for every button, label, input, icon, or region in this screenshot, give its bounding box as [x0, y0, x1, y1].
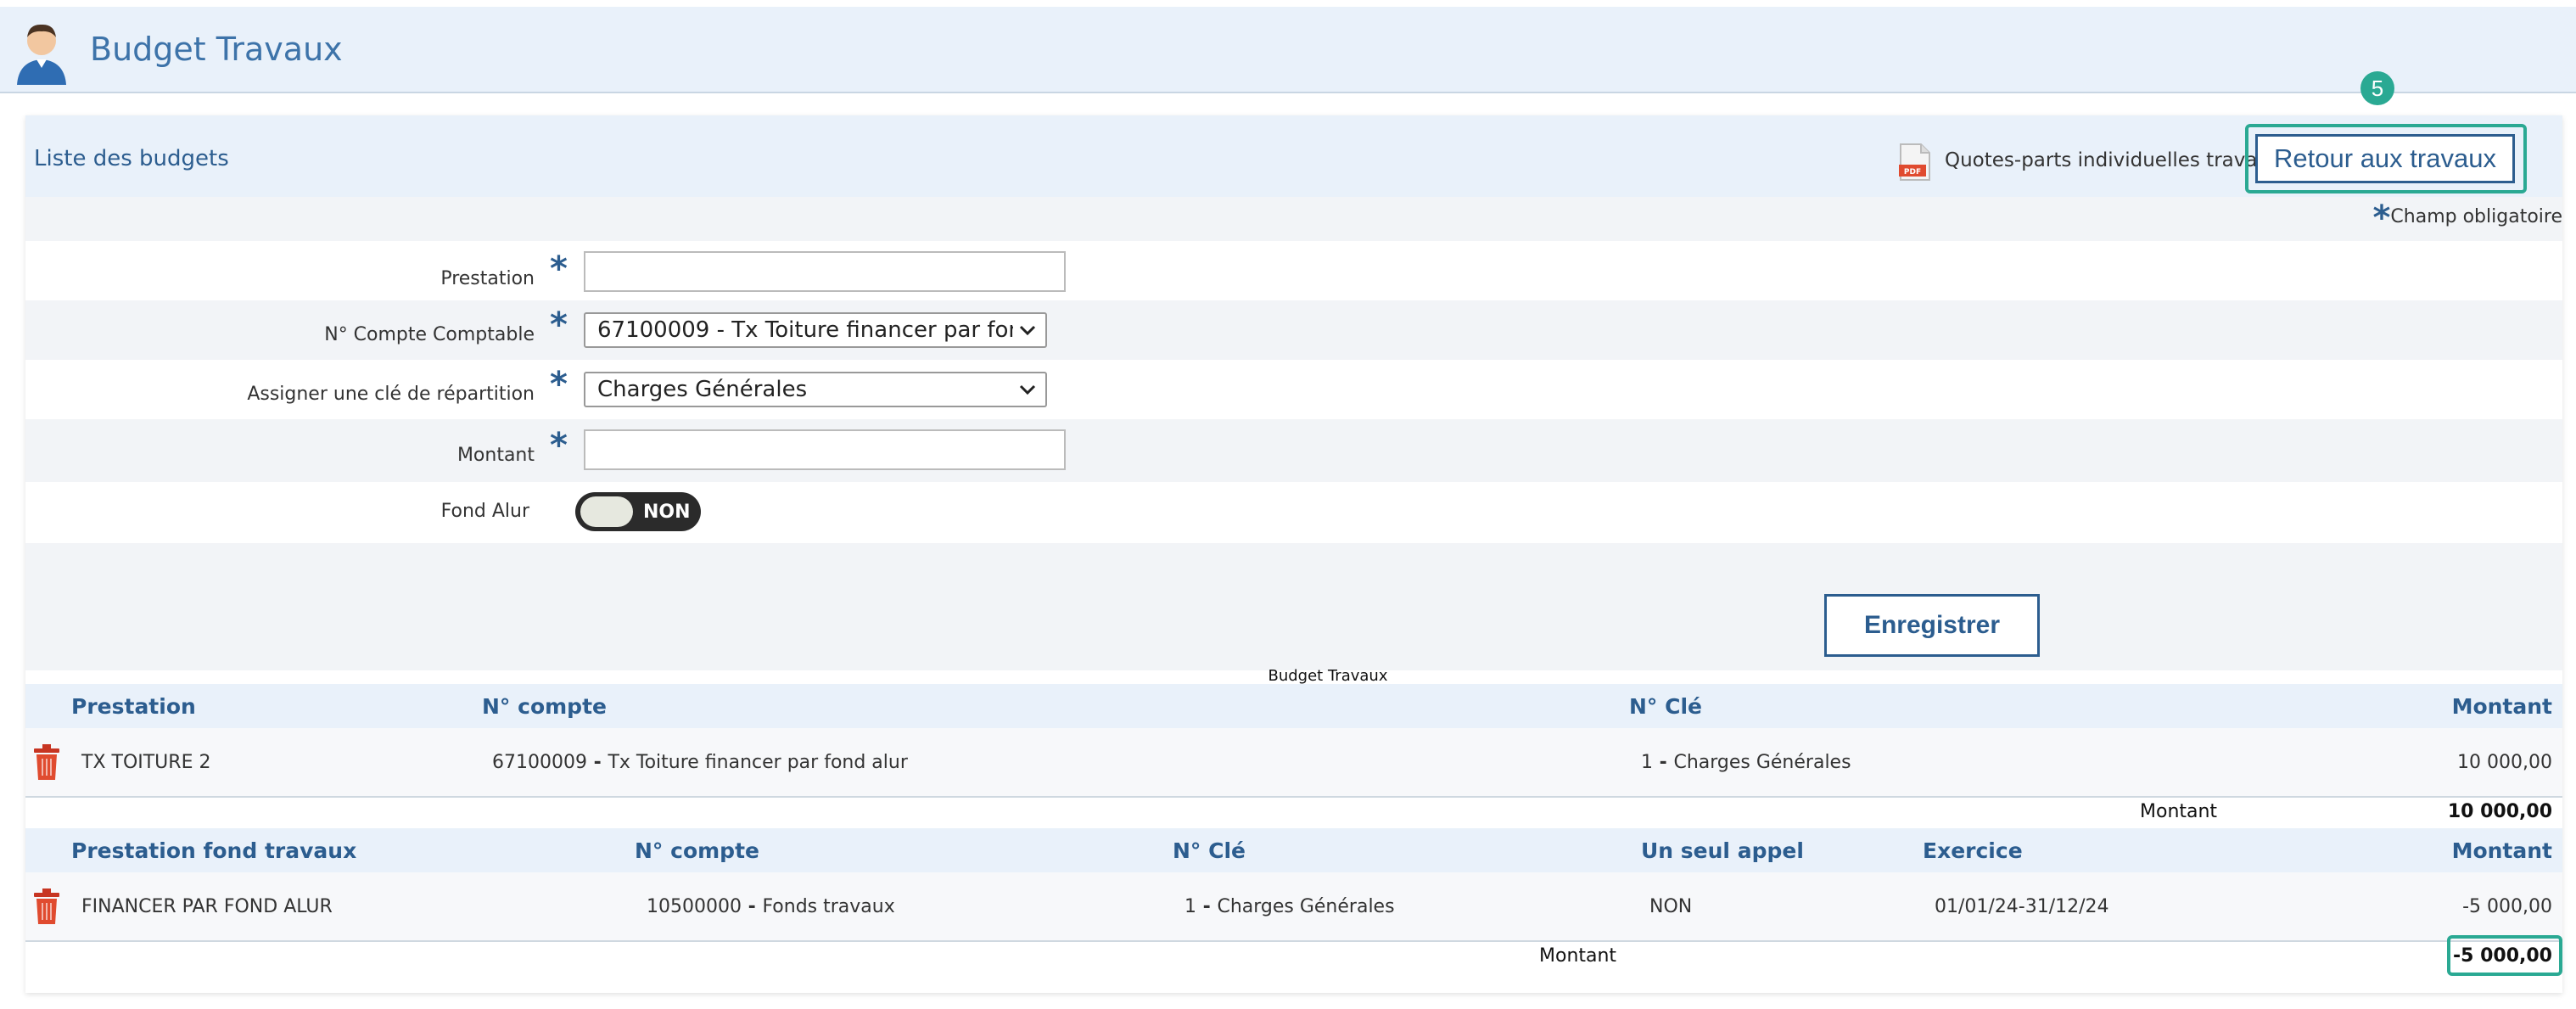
cell-cle-sep: -	[1653, 752, 1674, 773]
col-exercice: Exercice	[1923, 838, 2023, 863]
cell-cle-sep: -	[1196, 896, 1218, 917]
cell-cle: 1 - Charges Générales	[1184, 896, 1395, 917]
panel-header: Liste des budgets PDF Quotes-parts indiv…	[25, 115, 2562, 197]
save-button[interactable]: Enregistrer	[1824, 594, 2040, 657]
col-montant: Montant	[2451, 838, 2552, 863]
fond-total-row: Montant -5 000,00	[25, 935, 2562, 976]
back-to-works-button[interactable]: Retour aux travaux	[2255, 134, 2515, 183]
col-cle: N° Clé	[1173, 838, 1246, 863]
panel-title: Liste des budgets	[34, 146, 229, 171]
toggle-knob	[580, 496, 633, 527]
top-bar: Budget Travaux	[0, 7, 2576, 93]
cell-compte-num: 10500000	[647, 896, 742, 917]
required-bar	[25, 197, 2562, 241]
cell-compte-label: Tx Toiture financer par fond alur	[608, 752, 908, 773]
toggle-state-text: NON	[643, 502, 691, 523]
col-prestation-fond: Prestation fond travaux	[71, 838, 357, 863]
cell-compte: 10500000 - Fonds travaux	[647, 896, 895, 917]
budget-table-header: Prestation N° compte N° Clé Montant	[25, 684, 2562, 728]
montant-label: Montant	[456, 445, 535, 466]
compte-label: N° Compte Comptable	[324, 324, 535, 345]
cell-cle: 1 - Charges Générales	[1641, 752, 1851, 773]
col-prestation: Prestation	[71, 694, 196, 719]
form-row-fond-alur: Fond Alur NON	[25, 482, 2562, 543]
cell-exercice: 01/01/24-31/12/24	[1935, 896, 2109, 917]
cell-compte-sep: -	[586, 752, 608, 773]
form-row-compte: N° Compte Comptable * 67100009 - Tx Toit…	[25, 300, 2562, 360]
form-row-prestation: Prestation *	[25, 243, 2562, 300]
pdf-file-icon[interactable]: PDF	[1897, 143, 1931, 182]
budget-total-label: Montant	[2140, 801, 2218, 822]
fond-total-value: -5 000,00	[2453, 945, 2552, 967]
col-compte: N° compte	[635, 838, 759, 863]
fond-table-header: Prestation fond travaux N° compte N° Clé…	[25, 828, 2562, 872]
cell-cle-num: 1	[1641, 752, 1653, 773]
cell-un-seul-appel: NON	[1649, 896, 1693, 917]
table-row: FINANCER PAR FOND ALUR 10500000 - Fonds …	[25, 872, 2562, 942]
montant-required-star: *	[550, 426, 568, 465]
budget-table-caption: Budget Travaux	[1268, 667, 1388, 685]
col-un-seul-appel: Un seul appel	[1641, 838, 1804, 863]
compte-select-value: 67100009 - Tx Toiture financer par fond …	[597, 317, 1013, 343]
col-cle: N° Clé	[1629, 694, 1702, 719]
cell-compte-num: 67100009	[492, 752, 587, 773]
cle-select[interactable]: Charges Générales	[584, 372, 1047, 407]
form-row-cle: Assigner une clé de répartition * Charge…	[25, 360, 2562, 419]
required-note: *Champ obligatoire	[2373, 199, 2563, 238]
cle-label: Assigner une clé de répartition	[247, 384, 535, 405]
compte-required-star: *	[550, 306, 568, 345]
chevron-down-icon	[1019, 325, 1036, 336]
trash-icon[interactable]	[32, 743, 61, 781]
svg-text:PDF: PDF	[1904, 168, 1921, 177]
cell-compte-sep: -	[741, 896, 763, 917]
callout-badge-5: 5	[2360, 71, 2394, 105]
cell-prestation: FINANCER PAR FOND ALUR	[81, 896, 333, 917]
table-row: TX TOITURE 2 67100009 - Tx Toiture finan…	[25, 728, 2562, 798]
compte-select[interactable]: 67100009 - Tx Toiture financer par fond …	[584, 312, 1047, 348]
cell-cle-label: Charges Générales	[1673, 752, 1851, 773]
required-star: *	[2372, 199, 2391, 238]
required-note-text: Champ obligatoire	[2390, 206, 2562, 227]
cell-prestation: TX TOITURE 2	[81, 752, 211, 773]
form-row-montant: Montant *	[25, 419, 2562, 482]
user-avatar-icon	[17, 24, 66, 85]
prestation-label: Prestation	[440, 268, 535, 289]
chevron-down-icon	[1019, 384, 1036, 395]
prestation-required-star: *	[550, 249, 568, 289]
quotes-parts-link[interactable]: Quotes-parts individuelles travaux	[1945, 149, 2282, 171]
cle-required-star: *	[550, 365, 568, 404]
page-title: Budget Travaux	[90, 31, 343, 68]
prestation-input[interactable]	[584, 251, 1066, 292]
fond-alur-toggle[interactable]: NON	[575, 492, 701, 531]
form-actions-row	[25, 543, 2562, 670]
cell-montant: 10 000,00	[2457, 752, 2552, 773]
cell-compte-label: Fonds travaux	[762, 896, 895, 917]
budget-total-row: Montant 10 000,00	[25, 798, 2562, 827]
montant-input[interactable]	[584, 429, 1066, 470]
cell-cle-label: Charges Générales	[1217, 896, 1395, 917]
cell-montant: -5 000,00	[2462, 896, 2552, 917]
budget-total-value: 10 000,00	[2447, 801, 2552, 822]
cell-cle-num: 1	[1184, 896, 1196, 917]
trash-icon[interactable]	[32, 888, 61, 925]
col-compte: N° compte	[482, 694, 607, 719]
cell-compte: 67100009 - Tx Toiture financer par fond …	[492, 752, 908, 773]
fond-alur-label: Fond Alur	[440, 501, 529, 522]
col-montant: Montant	[2451, 694, 2552, 719]
cle-select-value: Charges Générales	[597, 377, 808, 402]
fond-total-label: Montant	[1539, 945, 1617, 967]
budget-panel: Liste des budgets PDF Quotes-parts indiv…	[25, 71, 2563, 993]
